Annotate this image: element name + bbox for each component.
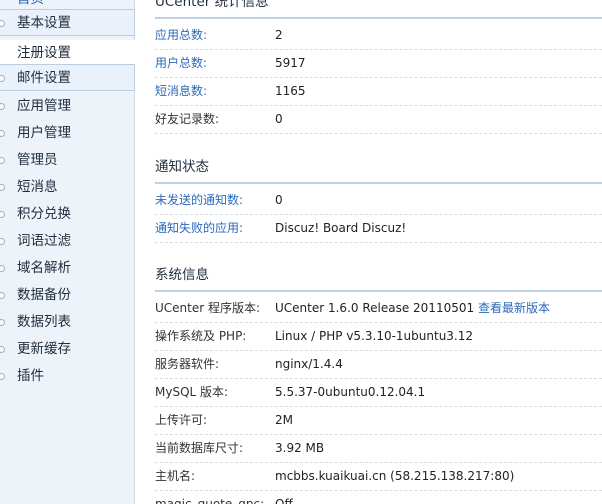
row-value: 0	[275, 112, 283, 126]
bullet-icon	[0, 103, 5, 110]
stat-row-messages: 短消息数: 1165	[155, 77, 602, 106]
bullet-icon	[0, 20, 5, 27]
row-value: 1165	[275, 84, 306, 98]
section-title-notify: 通知状态	[155, 158, 602, 184]
sidebar-item-admins[interactable]: 管理员	[0, 147, 135, 174]
bullet-icon	[0, 238, 5, 245]
system-row-upload-limit: 上传许可: 2M	[155, 406, 602, 435]
sidebar-item-data-list[interactable]: 数据列表	[0, 309, 135, 336]
system-row-server-software: 服务器软件: nginx/1.4.4	[155, 350, 602, 379]
row-value: 3.92 MB	[275, 441, 325, 455]
sidebar-item-data-backup[interactable]: 数据备份	[0, 282, 135, 309]
section-title-stats: UCenter 统计信息	[155, 0, 602, 19]
row-key: 好友记录数:	[155, 112, 220, 126]
sidebar-item-label: 邮件设置	[17, 70, 71, 86]
sidebar-item-label: 管理员	[17, 152, 58, 168]
row-key[interactable]: 未发送的通知数:	[155, 186, 243, 214]
row-key: MySQL 版本:	[155, 385, 229, 399]
row-value: 2	[275, 28, 283, 42]
bullet-icon	[0, 292, 5, 299]
row-key: magic_quote_gpc:	[155, 497, 265, 504]
sidebar-item-label: 应用管理	[17, 98, 71, 114]
sidebar-item-credit-exchange[interactable]: 积分兑换	[0, 201, 135, 228]
system-row-mysql: MySQL 版本: 5.5.37-0ubuntu0.12.04.1	[155, 378, 602, 407]
bullet-icon	[0, 211, 5, 218]
sidebar-item-label: 用户管理	[17, 125, 71, 141]
bullet-icon	[0, 75, 5, 82]
row-value: 5.5.37-0ubuntu0.12.04.1	[275, 385, 426, 399]
bullet-icon	[0, 346, 5, 353]
row-value: Linux / PHP v5.3.10-1ubuntu3.12	[275, 329, 474, 343]
row-key: 当前数据库尺寸:	[155, 441, 244, 455]
stat-row-apps: 应用总数: 2	[155, 21, 602, 50]
bullet-icon	[0, 130, 5, 137]
row-key[interactable]: 用户总数:	[155, 49, 207, 77]
row-key[interactable]: 应用总数:	[155, 21, 207, 49]
sidebar-item-plugins[interactable]: 插件	[0, 363, 135, 390]
ucenter-admin: 首页 基本设置 注册设置 邮件设置 应用管理 用户管理 管理员 短消息	[0, 0, 602, 504]
stat-row-friends: 好友记录数: 0	[155, 105, 602, 134]
sidebar-item-word-filter[interactable]: 词语过滤	[0, 228, 135, 255]
bullet-icon	[0, 184, 5, 191]
system-row-db-size: 当前数据库尺寸: 3.92 MB	[155, 434, 602, 463]
sidebar-item-label: 插件	[17, 368, 44, 384]
row-key[interactable]: 短消息数:	[155, 77, 207, 105]
sidebar-item-register-settings[interactable]: 注册设置	[0, 40, 136, 67]
stat-row-users: 用户总数: 5917	[155, 49, 602, 78]
sidebar-item-mail-settings[interactable]: 邮件设置	[0, 64, 135, 91]
check-latest-version-link[interactable]: 查看最新版本	[478, 301, 550, 315]
system-row-magic-quotes: magic_quote_gpc: Off	[155, 490, 602, 504]
sidebar-item-label: 更新缓存	[17, 341, 71, 357]
sidebar-item-label: 短消息	[17, 179, 58, 195]
sidebar-item-label: 积分兑换	[17, 206, 71, 222]
notify-row-failed: 通知失败的应用: Discuz! Board Discuz!	[155, 214, 602, 243]
sidebar-item-basic-settings[interactable]: 基本设置	[0, 9, 135, 36]
row-key: UCenter 程序版本:	[155, 301, 261, 315]
row-key: 操作系统及 PHP:	[155, 329, 247, 343]
row-value: Off	[275, 497, 293, 504]
row-key: 上传许可:	[155, 413, 208, 427]
sidebar-item-domain-resolve[interactable]: 域名解析	[0, 255, 135, 282]
bullet-icon	[0, 373, 5, 380]
sidebar-item-update-cache[interactable]: 更新缓存	[0, 336, 135, 363]
row-value: 2M	[275, 413, 293, 427]
row-value: nginx/1.4.4	[275, 357, 343, 371]
system-row-os-php: 操作系统及 PHP: Linux / PHP v5.3.10-1ubuntu3.…	[155, 322, 602, 351]
sidebar-item-label: 基本设置	[17, 15, 71, 31]
bullet-icon	[0, 157, 5, 164]
sidebar: 首页 基本设置 注册设置 邮件设置 应用管理 用户管理 管理员 短消息	[0, 0, 136, 504]
notify-row-unsent: 未发送的通知数: 0	[155, 186, 602, 215]
version-text: UCenter 1.6.0 Release 20110501	[275, 301, 475, 315]
row-value: Discuz! Board Discuz!	[275, 221, 407, 235]
sidebar-item-app-management[interactable]: 应用管理	[0, 93, 135, 120]
bullet-icon	[0, 319, 5, 326]
sidebar-item-user-management[interactable]: 用户管理	[0, 120, 135, 147]
row-value: mcbbs.kuaikuai.cn (58.215.138.217:80)	[275, 469, 515, 483]
sidebar-item-label: 数据备份	[17, 287, 71, 303]
row-key: 服务器软件:	[155, 357, 220, 371]
main-content: UCenter 统计信息 应用总数: 2 用户总数: 5917 短消息数: 11…	[155, 0, 602, 504]
system-row-hostname: 主机名: mcbbs.kuaikuai.cn (58.215.138.217:8…	[155, 462, 602, 491]
system-row-version: UCenter 程序版本: UCenter 1.6.0 Release 2011…	[155, 294, 602, 323]
sidebar-item-messages[interactable]: 短消息	[0, 174, 135, 201]
bullet-icon	[0, 265, 5, 272]
sidebar-item-label: 数据列表	[17, 314, 71, 330]
row-key[interactable]: 通知失败的应用:	[155, 214, 243, 242]
section-title-system: 系统信息	[155, 266, 602, 292]
row-key: 主机名:	[155, 469, 196, 483]
row-value: 5917	[275, 56, 306, 70]
row-value: UCenter 1.6.0 Release 20110501 查看最新版本	[275, 294, 550, 322]
sidebar-item-label: 域名解析	[17, 260, 71, 276]
sidebar-item-label: 注册设置	[17, 45, 71, 61]
row-value: 0	[275, 193, 283, 207]
sidebar-item-label: 词语过滤	[17, 233, 71, 249]
